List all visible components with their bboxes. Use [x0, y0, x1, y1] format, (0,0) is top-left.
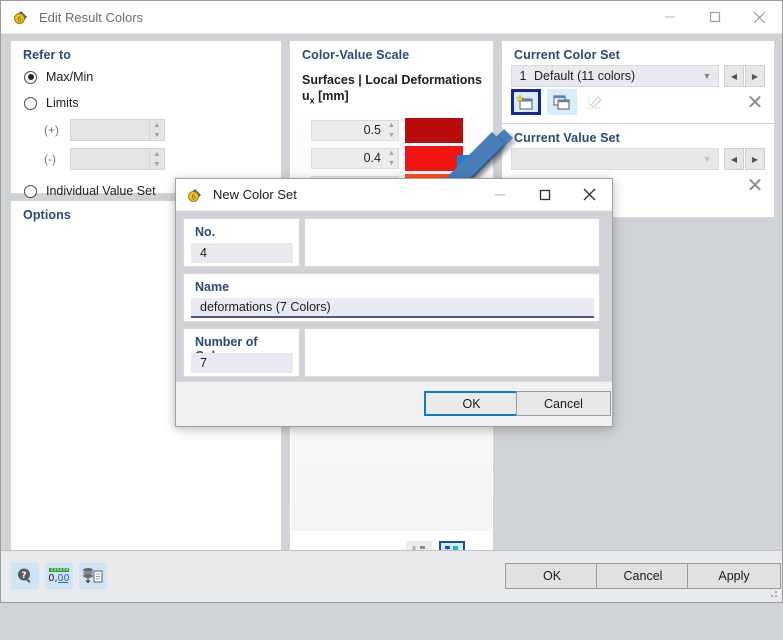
stepper-down-icon[interactable]: ▼	[150, 130, 164, 140]
color-set-value: Default (11 colors)	[534, 69, 636, 83]
current-value-set-title: Current Value Set	[514, 131, 620, 145]
limit-row-minus: (-) ▲ ▼	[11, 146, 281, 172]
stepper-arrows[interactable]: ▲▼	[385, 121, 398, 140]
color-swatch[interactable]	[405, 146, 463, 171]
modal-ok-button[interactable]: OK	[424, 391, 519, 416]
scale-row: 0.5 ▲ ▼	[291, 118, 492, 143]
stepper-down-icon[interactable]: ▼	[150, 159, 164, 169]
radio-label: Max/Min	[46, 70, 94, 84]
close-icon[interactable]	[737, 2, 782, 33]
subtitle-line-1: Surfaces | Local Deformations	[302, 73, 482, 87]
color-swatch[interactable]	[405, 118, 463, 143]
window-title: Edit Result Colors	[39, 9, 144, 25]
name-input[interactable]: deformations (7 Colors)	[191, 298, 594, 318]
radio-limits[interactable]: Limits	[11, 92, 281, 114]
dialog-footer: ? 0,00 OK Cancel Apply	[1, 550, 782, 602]
color-count-input[interactable]: 7	[191, 353, 293, 373]
modal-body: No. 4 Name deformations (7 Colors) Numbe…	[176, 211, 612, 381]
unit-rest: [mm]	[314, 89, 349, 103]
copy-color-set-icon[interactable]	[547, 89, 577, 115]
color-set-combobox[interactable]: 1 Default (11 colors) ▼	[511, 65, 719, 87]
scale-value-stepper[interactable]: 0.4 ▲ ▼	[311, 148, 399, 169]
modal-title-bar: 6 New Color Set	[176, 179, 612, 211]
maximize-icon[interactable]	[522, 180, 567, 210]
cancel-button[interactable]: Cancel	[596, 563, 690, 589]
next-arrow-icon[interactable]: ▶	[745, 148, 765, 170]
color-count-field-filler	[304, 328, 600, 377]
radio-indicator	[24, 96, 37, 110]
refer-to-panel: Refer to Max/Min Limits (+) ▲ ▼ (-) ▲ ▼ …	[10, 40, 282, 198]
color-set-number: 1	[519, 69, 527, 83]
stepper-up-icon[interactable]: ▲	[150, 120, 164, 130]
radio-indicator	[24, 70, 37, 84]
scale-value: 0.5	[363, 123, 381, 137]
modal-footer: OK Cancel	[176, 381, 612, 426]
chevron-down-icon[interactable]: ▼	[696, 154, 718, 164]
ok-button[interactable]: OK	[505, 563, 599, 589]
modal-title: New Color Set	[213, 187, 297, 202]
scale-value-stepper[interactable]: 0.5 ▲ ▼	[311, 120, 399, 141]
color-value-scale-subtitle: Surfaces | Local Deformations ux [mm]	[290, 62, 493, 109]
delete-value-set-icon[interactable]: ✕	[738, 172, 772, 198]
value-set-combobox[interactable]: ▼	[511, 148, 719, 170]
new-color-set-icon[interactable]	[511, 89, 541, 115]
prev-arrow-icon[interactable]: ◀	[724, 65, 744, 87]
minimize-icon[interactable]	[477, 180, 522, 210]
next-arrow-icon[interactable]: ▶	[745, 65, 765, 87]
apply-button[interactable]: Apply	[687, 563, 781, 589]
scale-pointer-marker	[457, 155, 483, 168]
decimal-places-icon[interactable]: 0,00	[45, 563, 73, 589]
color-value-scale-title: Color-Value Scale	[302, 48, 410, 62]
number-field-filler	[304, 218, 600, 267]
unit-symbol: u	[302, 89, 310, 103]
window-title-bar: 6 Edit Result Colors	[1, 1, 782, 34]
stepper-arrows[interactable]: ▲▼	[149, 120, 164, 140]
subtitle-line-2: ux [mm]	[302, 88, 493, 109]
stepper-down-icon[interactable]: ▼	[385, 131, 398, 141]
name-label: Name	[195, 280, 230, 294]
limit-plus-stepper[interactable]: ▲ ▼	[70, 119, 165, 141]
number-input[interactable]: 4	[191, 243, 293, 263]
maximize-icon[interactable]	[692, 2, 737, 33]
name-field-box: Name deformations (7 Colors)	[183, 273, 600, 322]
limit-tag: (+)	[44, 123, 59, 137]
new-color-set-dialog: 6 New Color Set No. 4 Name deformations …	[175, 178, 613, 427]
radio-indicator	[24, 184, 37, 198]
minimize-icon[interactable]	[647, 2, 692, 33]
stepper-up-icon[interactable]: ▲	[385, 149, 398, 159]
color-bucket-icon: 6	[12, 8, 30, 26]
modal-cancel-button[interactable]: Cancel	[516, 391, 611, 416]
refer-to-title: Refer to	[23, 48, 72, 62]
color-bucket-icon: 6	[186, 186, 204, 204]
scale-value: 0.4	[363, 151, 381, 165]
delete-color-set-icon[interactable]: ✕	[738, 89, 772, 115]
units-icon[interactable]	[79, 563, 107, 589]
stepper-arrows[interactable]: ▲▼	[149, 149, 164, 169]
stepper-arrows[interactable]: ▲▼	[385, 149, 398, 168]
stepper-up-icon[interactable]: ▲	[150, 149, 164, 159]
svg-text:6: 6	[17, 16, 22, 24]
current-color-set-panel: Current Color Set 1 Default (11 colors) …	[501, 40, 775, 125]
number-label: No.	[195, 225, 216, 239]
color-count-field-box: Number of Colors 7	[183, 328, 300, 377]
prev-arrow-icon[interactable]: ◀	[724, 148, 744, 170]
limit-plus-value	[71, 120, 149, 140]
chevron-down-icon[interactable]: ▼	[696, 71, 718, 81]
close-icon[interactable]	[567, 180, 612, 210]
edit-color-set-icon	[581, 89, 611, 115]
current-color-set-title: Current Color Set	[514, 48, 620, 62]
svg-text:6: 6	[191, 193, 196, 201]
limit-minus-stepper[interactable]: ▲ ▼	[70, 148, 165, 170]
radio-max-min[interactable]: Max/Min	[11, 66, 281, 88]
radio-label: Individual Value Set	[46, 184, 156, 198]
number-field-box: No. 4	[183, 218, 300, 267]
radio-label: Limits	[46, 96, 79, 110]
limit-tag: (-)	[44, 152, 56, 166]
help-icon[interactable]: ?	[11, 563, 39, 589]
limit-minus-value	[71, 149, 149, 169]
stepper-up-icon[interactable]: ▲	[385, 121, 398, 131]
stepper-down-icon[interactable]: ▼	[385, 159, 398, 169]
resize-grip[interactable]	[769, 589, 779, 599]
limit-row-plus: (+) ▲ ▼	[11, 117, 281, 143]
